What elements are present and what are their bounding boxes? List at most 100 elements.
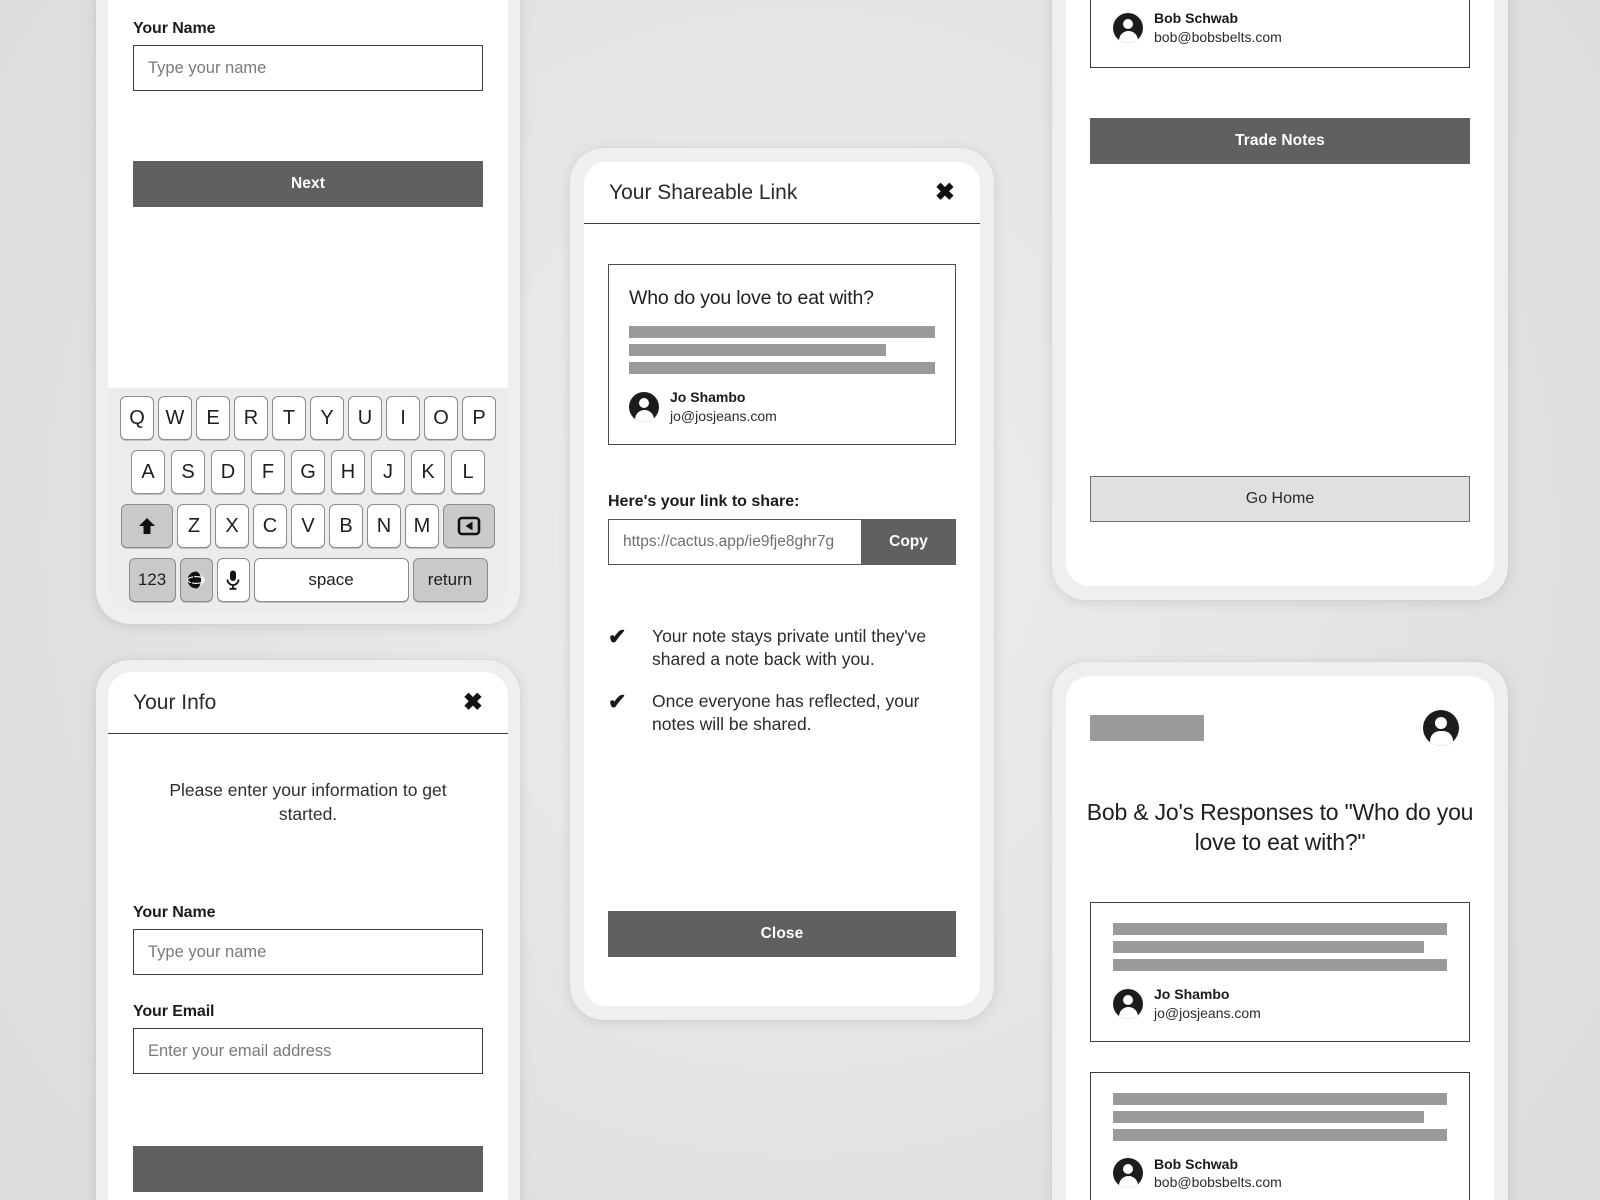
screen-responses: Bob & Jo's Responses to "Who do you love… — [1066, 676, 1494, 1200]
avatar — [1113, 988, 1143, 1019]
shift-arrow-up-icon[interactable] — [121, 504, 173, 548]
key-l[interactable]: L — [451, 450, 485, 494]
key-z[interactable]: Z — [177, 504, 211, 548]
note-author: Jo Shambo jo@josjeans.com — [1113, 985, 1447, 1023]
key-a[interactable]: A — [131, 450, 165, 494]
key-t[interactable]: T — [272, 396, 306, 440]
your-info-submit-button[interactable] — [133, 1146, 483, 1193]
key-m[interactable]: M — [405, 504, 439, 548]
your-info-email-input[interactable]: Enter your email address — [133, 1028, 483, 1075]
key-u[interactable]: U — [348, 396, 382, 440]
share-link-input[interactable]: https://cactus.app/ie9fje8ghr7g — [608, 518, 861, 565]
user-profile-avatar-icon[interactable] — [1423, 710, 1459, 746]
trade-notes-button[interactable]: Trade Notes — [1090, 117, 1470, 164]
key-x[interactable]: X — [215, 504, 249, 548]
screen-your-info: Your Info ✖ Please enter your informatio… — [108, 672, 508, 1200]
screen-shareable-link: Your Shareable Link ✖ Who do you love to… — [584, 162, 980, 1006]
redacted-line — [1113, 1092, 1447, 1105]
note-question: Who do you love to eat with? — [629, 287, 874, 309]
author-name: Jo Shambo — [1154, 985, 1230, 1002]
response-card: Bob Schwab bob@bobsbelts.com — [1090, 1071, 1470, 1200]
numbers-key[interactable]: 123 — [128, 558, 176, 602]
redacted-line — [1113, 958, 1447, 971]
name-field-label: Your Name — [133, 20, 216, 37]
key-w[interactable]: W — [158, 396, 192, 440]
phone-frame-trade-notes: Bob Schwab bob@bobsbelts.com Trade Notes… — [1052, 0, 1508, 600]
keyboard-row-4: 123 space return — [112, 558, 504, 602]
phone-frame-responses: Bob & Jo's Responses to "Who do you love… — [1052, 662, 1508, 1200]
key-n[interactable]: N — [367, 504, 401, 548]
key-v[interactable]: V — [291, 504, 325, 548]
your-info-name-input[interactable]: Type your name — [133, 929, 483, 976]
redacted-line — [1113, 1110, 1424, 1123]
name-input[interactable]: Type your name — [133, 45, 483, 91]
key-f[interactable]: F — [251, 450, 285, 494]
key-s[interactable]: S — [171, 450, 205, 494]
response-card: Jo Shambo jo@josjeans.com — [1090, 901, 1470, 1042]
your-info-title: Your Info — [133, 690, 217, 714]
key-i[interactable]: I — [386, 396, 420, 440]
on-screen-keyboard: Q W E R T Y U I O P A S D F G H J K L Z … — [108, 388, 508, 612]
note-author: Jo Shambo jo@josjeans.com — [629, 388, 935, 426]
redacted-line — [1113, 922, 1447, 935]
redacted-line — [1113, 940, 1424, 953]
list-item: ✔ Once everyone has reflected, your note… — [608, 690, 956, 736]
note-preview-card: Who do you love to eat with? Jo Shambo j… — [608, 264, 956, 445]
note-author: Bob Schwab bob@bobsbelts.com — [1113, 1155, 1447, 1193]
key-g[interactable]: G — [291, 450, 325, 494]
key-d[interactable]: D — [211, 450, 245, 494]
copy-button[interactable]: Copy — [861, 518, 956, 565]
author-email: bob@bobsbelts.com — [1154, 1174, 1282, 1191]
key-e[interactable]: E — [196, 396, 230, 440]
avatar — [1113, 1158, 1143, 1189]
keyboard-row-2: A S D F G H J K L — [112, 450, 504, 494]
your-info-name-label: Your Name — [133, 904, 216, 922]
close-x-icon[interactable]: ✖ — [935, 180, 955, 205]
author-name: Jo Shambo — [670, 389, 746, 405]
app-logo-placeholder — [1090, 715, 1204, 741]
keyboard-row-3: Z X C V B N M — [112, 504, 504, 548]
go-home-button[interactable]: Go Home — [1090, 475, 1470, 522]
screen-name-entry: Your Name Type your name Next Q W E R T … — [108, 0, 508, 612]
phone-frame-your-info: Your Info ✖ Please enter your informatio… — [96, 660, 520, 1200]
avatar — [1113, 12, 1143, 43]
key-r[interactable]: R — [234, 396, 268, 440]
list-item: ✔ Your note stays private until they've … — [608, 623, 956, 671]
author-email: jo@josjeans.com — [1154, 1004, 1261, 1021]
close-button[interactable]: Close — [608, 910, 956, 957]
author-name: Bob Schwab — [1154, 10, 1239, 26]
phone-frame-shareable-link: Your Shareable Link ✖ Who do you love to… — [570, 148, 994, 1020]
key-q[interactable]: Q — [120, 396, 154, 440]
microphone-dictation-icon[interactable] — [216, 558, 250, 602]
globe-language-icon[interactable] — [179, 558, 213, 602]
return-key[interactable]: return — [412, 558, 488, 602]
redacted-line — [1113, 1128, 1447, 1141]
bullet-text: Once everyone has reflected, your notes … — [652, 691, 920, 735]
key-h[interactable]: H — [331, 450, 365, 494]
author-name: Bob Schwab — [1154, 1155, 1239, 1172]
checkmark-icon: ✔ — [608, 623, 627, 649]
redacted-line — [629, 362, 935, 374]
phone-frame-name-entry: Your Name Type your name Next Q W E R T … — [96, 0, 520, 624]
note-author: Bob Schwab bob@bobsbelts.com — [1113, 9, 1447, 47]
share-link-label: Here's your link to share: — [608, 492, 800, 510]
author-email: bob@bobsbelts.com — [1154, 28, 1282, 45]
key-b[interactable]: B — [329, 504, 363, 548]
your-info-email-label: Your Email — [133, 1003, 215, 1021]
key-k[interactable]: K — [411, 450, 445, 494]
key-c[interactable]: C — [253, 504, 287, 548]
close-x-icon[interactable]: ✖ — [463, 690, 483, 715]
key-o[interactable]: O — [424, 396, 458, 440]
avatar — [629, 391, 659, 422]
app-bar — [1066, 676, 1494, 746]
backspace-delete-icon[interactable] — [443, 504, 495, 548]
author-email: jo@josjeans.com — [670, 407, 777, 424]
key-p[interactable]: P — [462, 396, 496, 440]
checkmark-icon: ✔ — [608, 689, 627, 715]
key-y[interactable]: Y — [310, 396, 344, 440]
next-button[interactable]: Next — [133, 161, 483, 207]
space-key[interactable]: space — [253, 558, 409, 602]
key-j[interactable]: J — [371, 450, 405, 494]
shareable-link-header: Your Shareable Link ✖ — [584, 162, 980, 224]
your-info-helper-text: Please enter your information to get sta… — [169, 780, 447, 824]
